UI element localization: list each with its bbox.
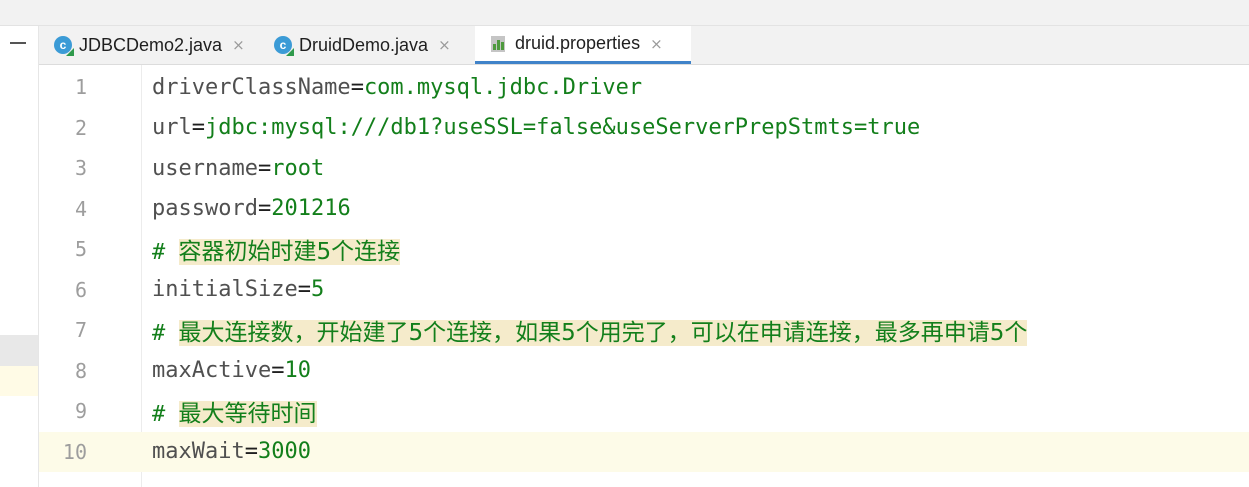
code-text[interactable]: url=jdbc:mysql:///db1?useSSL=false&useSe… [152, 115, 920, 140]
tab-jdbcdemo2[interactable]: c JDBCDemo2.java × [39, 26, 257, 64]
java-class-icon: c [273, 35, 293, 55]
tab-label: DruidDemo.java [299, 34, 429, 55]
comment-text: 容器初始时建5个连接 [178, 239, 401, 266]
collapse-icon[interactable] [10, 42, 26, 44]
code-text[interactable]: # 最大连接数，开始建了5个连接，如果5个用完了，可以在申请连接，最多再申请5个 [152, 313, 1028, 347]
properties-file-icon [489, 34, 509, 54]
line-number: 9 [74, 399, 87, 424]
code-text[interactable]: # 容器初始时建5个连接 [152, 232, 401, 266]
property-value: jdbc:mysql:///db1?useSSL=false&useServer… [205, 115, 921, 141]
code-text[interactable]: initialSize=5 [152, 277, 324, 302]
editor-tab-bar: c JDBCDemo2.java × c DruidDemo.java × dr… [39, 26, 1249, 65]
tab-druid-properties[interactable]: druid.properties × [475, 26, 691, 64]
code-line-current[interactable]: 10 maxWait=3000 [39, 431, 1249, 472]
property-key: driverClassName [152, 74, 351, 100]
property-key: password [152, 196, 258, 222]
comment-text: 最大等待时间 [178, 401, 317, 428]
code-text[interactable]: # 最大等待时间 [152, 394, 317, 428]
property-value: 5 [310, 277, 325, 303]
panel-highlighted-row [0, 366, 38, 396]
line-number: 6 [74, 277, 87, 302]
property-value: 10 [284, 358, 311, 384]
code-line[interactable]: 7 # 最大连接数，开始建了5个连接，如果5个用完了，可以在申请连接，最多再申请… [39, 310, 1249, 351]
line-number: 10 [62, 439, 87, 464]
code-line[interactable]: 8 maxActive=10 [39, 351, 1249, 392]
window-top-strip [0, 0, 1249, 26]
project-side-panel [0, 26, 39, 487]
line-number: 1 [74, 75, 87, 100]
code-text[interactable]: password=201216 [152, 196, 351, 221]
tab-druiddemo[interactable]: c DruidDemo.java × [259, 26, 475, 64]
comment-text: 最大连接数，开始建了5个连接，如果5个用完了，可以在申请连接，最多再申请5个 [178, 320, 1028, 347]
equals-sign: = [271, 358, 285, 384]
panel-selected-row[interactable] [0, 335, 38, 366]
code-line[interactable]: 5 # 容器初始时建5个连接 [39, 229, 1249, 270]
line-number: 8 [74, 358, 87, 383]
property-value: 201216 [271, 196, 351, 222]
property-value: com.mysql.jdbc.Driver [363, 74, 643, 100]
equals-sign: = [257, 155, 272, 181]
close-icon[interactable]: × [438, 36, 451, 54]
code-line[interactable]: 9 # 最大等待时间 [39, 391, 1249, 432]
equals-sign: = [191, 115, 205, 141]
comment-prefix: # [152, 321, 179, 347]
property-key: username [152, 155, 258, 181]
equals-sign: = [350, 74, 364, 100]
code-text[interactable]: username=root [152, 156, 324, 181]
property-key: initialSize [152, 277, 298, 303]
java-class-icon: c [53, 35, 73, 55]
code-line[interactable]: 4 password=201216 [39, 189, 1249, 230]
code-editor[interactable]: 1 driverClassName=com.mysql.jdbc.Driver … [39, 65, 1249, 487]
line-number: 7 [74, 318, 87, 343]
line-number: 4 [74, 196, 87, 221]
code-text[interactable]: maxActive=10 [152, 358, 311, 383]
tab-label: JDBCDemo2.java [79, 34, 223, 55]
code-line[interactable]: 6 initialSize=5 [39, 270, 1249, 311]
equals-sign: = [297, 277, 311, 303]
code-line[interactable]: 3 username=root [39, 148, 1249, 189]
comment-prefix: # [152, 240, 179, 266]
property-key: url [152, 115, 192, 141]
code-line[interactable]: 1 driverClassName=com.mysql.jdbc.Driver [39, 67, 1249, 108]
line-number: 2 [74, 115, 87, 140]
property-value: root [271, 155, 325, 181]
equals-sign: = [244, 439, 258, 465]
comment-prefix: # [152, 402, 179, 428]
line-number: 5 [74, 237, 87, 262]
property-value: 3000 [257, 439, 311, 465]
property-key: maxActive [152, 358, 272, 384]
line-number: 3 [74, 156, 87, 181]
tab-label: druid.properties [515, 33, 641, 53]
equals-sign: = [257, 196, 272, 222]
code-text[interactable]: maxWait=3000 [152, 439, 311, 464]
property-key: maxWait [152, 439, 245, 465]
close-icon[interactable]: × [650, 35, 663, 53]
code-line[interactable]: 2 url=jdbc:mysql:///db1?useSSL=false&use… [39, 108, 1249, 149]
close-icon[interactable]: × [232, 36, 245, 54]
code-text[interactable]: driverClassName=com.mysql.jdbc.Driver [152, 75, 642, 100]
